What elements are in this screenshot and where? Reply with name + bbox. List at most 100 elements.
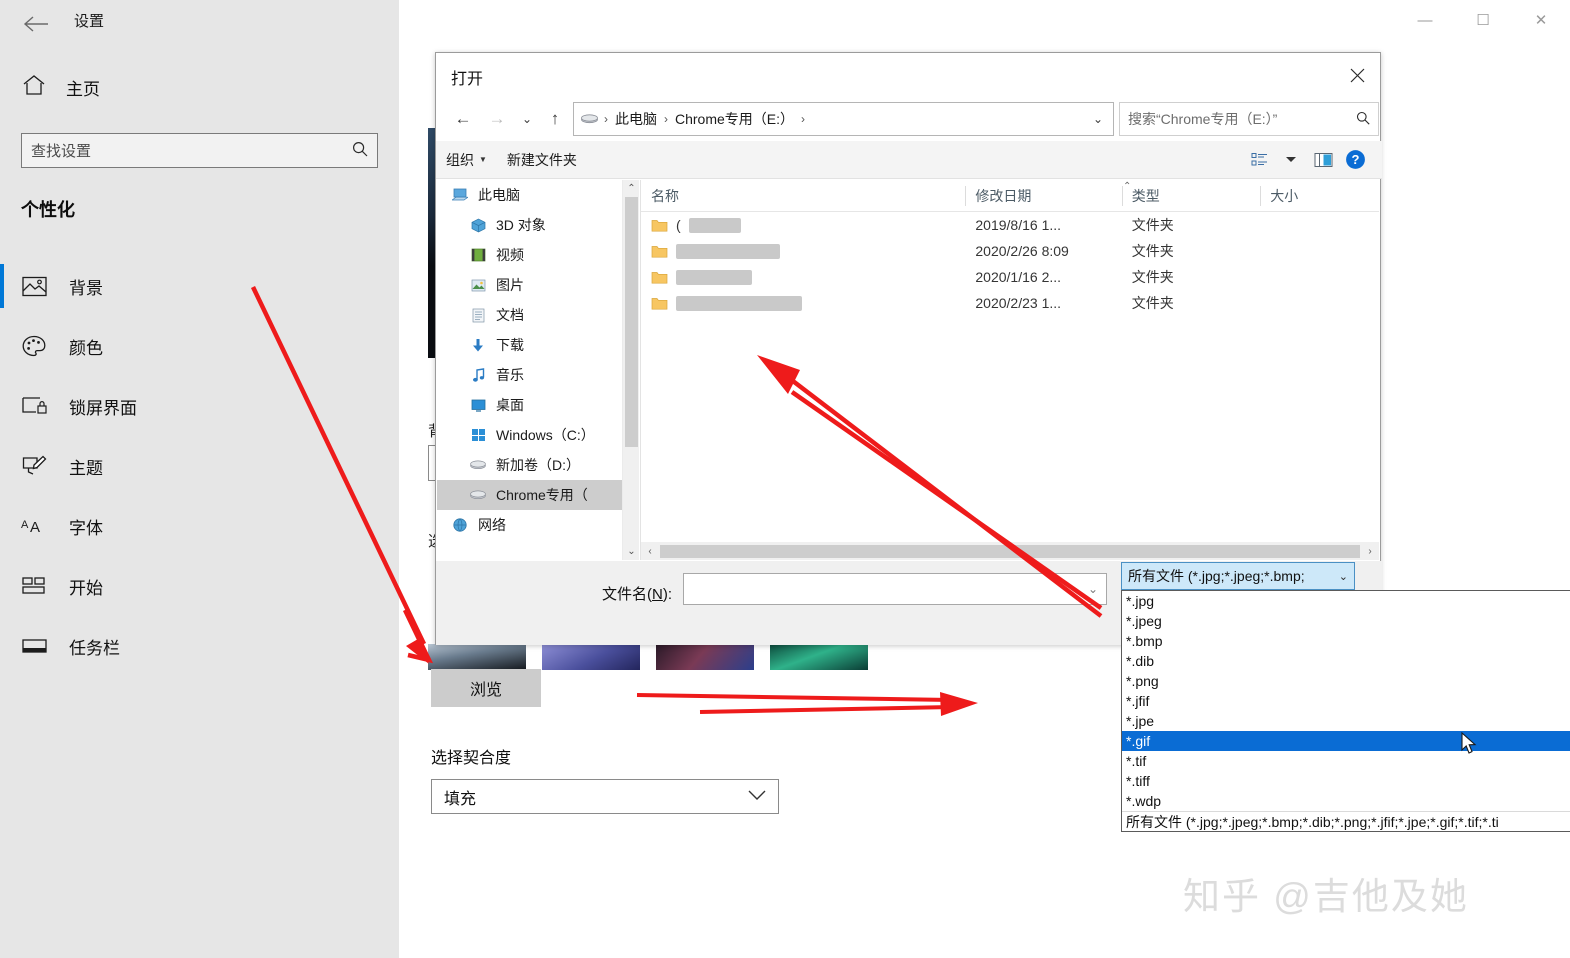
close-icon[interactable] [1334,53,1380,97]
maximize-button[interactable]: ☐ [1454,0,1512,40]
filter-option[interactable]: *.tiff [1122,771,1570,791]
breadcrumb-separator: › [604,112,608,126]
view-controls: ? [1244,146,1382,174]
tree-item-label: 桌面 [496,397,524,413]
filter-option-selected[interactable]: *.gif [1122,731,1570,751]
nav-up-button[interactable]: ↑ [540,103,570,135]
breadcrumb-item[interactable]: 此电脑 [612,109,660,129]
breadcrumb-item[interactable]: Chrome专用（E:） [672,109,797,129]
tree-item-desktop[interactable]: 桌面 [437,390,622,420]
filter-option[interactable]: *.png [1122,671,1570,691]
nav-forward-button[interactable]: → [482,103,512,135]
preview-pane-icon[interactable] [1308,146,1338,174]
file-name-cell [641,243,965,259]
music-icon [469,366,487,384]
nav-back-button[interactable]: ← [448,103,478,135]
table-row[interactable]: 2020/1/16 2... 文件夹 [641,264,1379,290]
file-type-filter-dropdown[interactable]: 所有文件 (*.jpg;*.jpeg;*.bmp; ⌄ [1121,562,1355,590]
wallpaper-thumbnail[interactable] [656,644,754,670]
svg-text:A: A [21,519,29,531]
videos-icon [469,246,487,264]
browse-button[interactable]: 浏览 [431,669,541,707]
column-header-date[interactable]: 修改日期 [965,180,1121,212]
table-row[interactable]: 2020/2/23 1... 文件夹 [641,290,1379,316]
svg-text:?: ? [1351,152,1359,167]
breadcrumb-separator: › [664,112,668,126]
tree-item-3d-objects[interactable]: 3D 对象 [437,210,622,240]
filter-option[interactable]: *.bmp [1122,631,1570,651]
back-arrow-icon[interactable] [14,6,58,42]
address-bar[interactable]: › 此电脑 › Chrome专用（E:） › ⌄ [573,102,1114,136]
tree-item-windows-c[interactable]: Windows（C:） [437,420,622,450]
search-icon [1356,111,1370,128]
scrollbar-thumb[interactable] [625,197,638,447]
tree-item-label: 此电脑 [478,187,520,203]
close-button[interactable]: ✕ [1512,0,1570,40]
redacted-filename [676,269,752,285]
sidebar-item-colors[interactable]: 颜色 [0,316,399,376]
sidebar-item-taskbar[interactable]: 任务栏 [0,616,399,676]
search-input[interactable]: 查找设置 [21,133,378,168]
chevron-down-icon[interactable]: ⌄ [1093,112,1109,126]
search-icon [352,141,368,161]
table-row[interactable]: 2020/2/26 8:09 文件夹 [641,238,1379,264]
scrollbar-thumb[interactable] [660,544,1360,558]
tree-item-documents[interactable]: 文档 [437,300,622,330]
documents-icon [469,306,487,324]
tree-item-this-pc[interactable]: 此电脑 [437,180,622,210]
file-type-filter-value: 所有文件 (*.jpg;*.jpeg;*.bmp; [1128,568,1305,584]
sidebar-item-background[interactable]: 背景 [0,256,399,316]
column-header-type[interactable]: 类型 [1121,180,1261,212]
sidebar-item-fonts[interactable]: A A 字体 [0,496,399,556]
organize-menu-button[interactable]: 组织 ▼ [436,150,497,170]
tree-item-downloads[interactable]: 下载 [437,330,622,360]
dialog-search-input[interactable]: 搜索“Chrome专用（E:）” [1119,102,1379,136]
scroll-down-icon[interactable]: ⌄ [623,543,640,560]
file-date-cell: 2019/8/16 1... [975,217,1062,233]
tree-item-pictures[interactable]: 图片 [437,270,622,300]
file-name-cell [641,269,965,285]
wallpaper-thumbnail[interactable] [428,644,526,670]
filename-label: 文件名(N): [602,586,673,603]
filter-option[interactable]: *.dib [1122,651,1570,671]
tree-item-new-volume-d[interactable]: 新加卷（D:） [437,450,622,480]
redacted-filename [676,243,780,259]
tree-item-videos[interactable]: 视频 [437,240,622,270]
filter-option[interactable]: 所有文件 (*.jpg;*.jpeg;*.bmp;*.dib;*.png;*.j… [1122,811,1570,831]
scroll-left-icon[interactable]: ‹ [641,542,659,560]
chevron-down-icon[interactable]: ⌄ [1088,582,1106,596]
scroll-up-icon[interactable]: ⌃ [623,180,640,197]
sidebar-item-lock-screen[interactable]: 锁屏界面 [0,376,399,436]
filter-option[interactable]: *.jfif [1122,691,1570,711]
minimize-button[interactable]: — [1396,0,1454,40]
scroll-right-icon[interactable]: › [1361,542,1379,560]
chevron-down-icon[interactable] [1276,146,1306,174]
filter-option[interactable]: *.tif [1122,751,1570,771]
wallpaper-thumbnail-row [428,644,868,670]
column-header-size[interactable]: 大小 [1260,180,1379,212]
sidebar-item-home[interactable]: 主页 [22,74,100,101]
new-folder-button[interactable]: 新建文件夹 [497,150,587,170]
tree-item-network[interactable]: 网络 [437,510,622,540]
file-list-horizontal-scrollbar[interactable]: ‹ › [641,542,1379,560]
3d-objects-icon [469,216,487,234]
sidebar-item-start[interactable]: 开始 [0,556,399,616]
tree-scrollbar[interactable]: ⌃ ⌄ [622,180,639,560]
table-row[interactable]: ( 2019/8/16 1... 文件夹 [641,212,1379,238]
fit-dropdown[interactable]: 填充 [431,779,779,814]
filter-option[interactable]: *.jpe [1122,711,1570,731]
filter-option[interactable]: *.jpg [1122,591,1570,611]
filter-option[interactable]: *.jpeg [1122,611,1570,631]
help-icon[interactable]: ? [1340,146,1370,174]
wallpaper-thumbnail[interactable] [542,644,640,670]
sidebar-item-themes[interactable]: 主题 [0,436,399,496]
wallpaper-thumbnail[interactable] [770,644,868,670]
filter-option[interactable]: *.wdp [1122,791,1570,811]
nav-recent-locations-button[interactable]: ⌄ [512,103,542,135]
tree-item-music[interactable]: 音乐 [437,360,622,390]
view-list-icon[interactable] [1244,146,1274,174]
file-type-filter-options-list[interactable]: *.jpg *.jpeg *.bmp *.dib *.png *.jfif *.… [1121,590,1570,832]
tree-item-chrome-drive-e[interactable]: Chrome专用（ [437,480,622,510]
column-header-name[interactable]: 名称 [641,180,965,212]
filename-input[interactable]: ⌄ [683,573,1107,605]
